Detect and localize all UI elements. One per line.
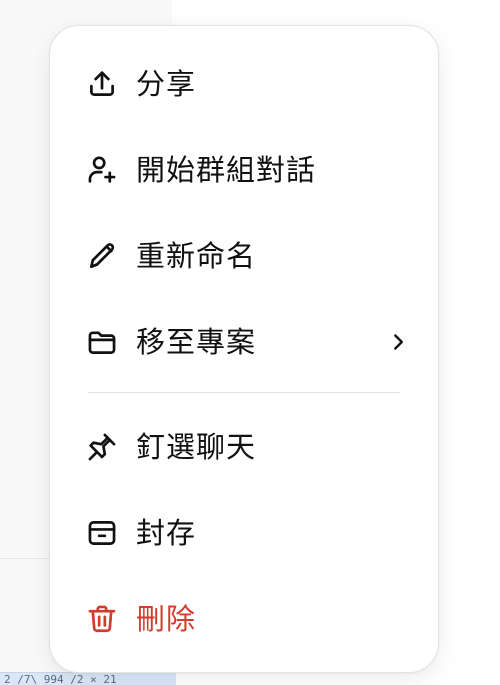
- menu-item-label: 開始群組對話: [136, 153, 317, 187]
- menu-item-label: 封存: [136, 516, 197, 550]
- add-user-icon: [84, 152, 120, 188]
- share-icon: [84, 66, 120, 102]
- menu-divider: [88, 392, 400, 393]
- menu-item-move-to-project[interactable]: 移至專案: [72, 312, 418, 372]
- pin-icon: [84, 429, 120, 465]
- context-menu: 分享 開始群組對話 重新命名 移至專案 釘選聊天 封存 刪除: [49, 25, 439, 673]
- menu-item-label: 分享: [136, 67, 197, 101]
- menu-item-rename[interactable]: 重新命名: [72, 226, 418, 286]
- trash-icon: [84, 601, 120, 637]
- menu-item-label: 釘選聊天: [136, 430, 257, 464]
- archive-icon: [84, 515, 120, 551]
- menu-item-label: 刪除: [136, 602, 197, 636]
- chevron-right-icon: [380, 324, 416, 360]
- menu-item-archive[interactable]: 封存: [72, 503, 418, 563]
- menu-item-share[interactable]: 分享: [72, 54, 418, 114]
- pencil-icon: [84, 238, 120, 274]
- menu-item-pin-chat[interactable]: 釘選聊天: [72, 417, 418, 477]
- menu-item-label: 重新命名: [136, 239, 257, 273]
- menu-item-label: 移至專案: [136, 325, 257, 359]
- menu-item-delete[interactable]: 刪除: [72, 589, 418, 649]
- menu-item-start-group-chat[interactable]: 開始群組對話: [72, 140, 418, 200]
- status-bar-text: 2 /7\ 994 /2 × 21: [0, 672, 176, 685]
- folder-icon: [84, 324, 120, 360]
